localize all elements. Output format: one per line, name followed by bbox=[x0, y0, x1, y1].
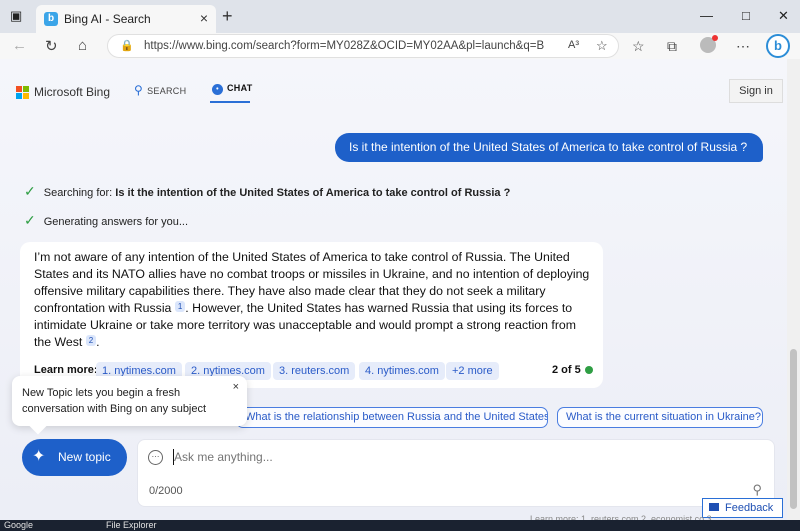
char-counter: 0/2000 bbox=[149, 485, 183, 497]
brand-name[interactable]: Microsoft Bing bbox=[34, 85, 110, 99]
more-menu-icon[interactable]: ⋯ bbox=[736, 38, 750, 55]
citation-1[interactable]: 1 bbox=[174, 301, 186, 312]
new-topic-tooltip: New Topic lets you begin a fresh convers… bbox=[12, 376, 247, 435]
address-bar-row: ← ↻ ⌂ 🔒 https://www.bing.com/search?form… bbox=[0, 33, 800, 59]
home-icon[interactable]: ⌂ bbox=[78, 37, 87, 54]
new-topic-button[interactable]: ✦ New topic bbox=[22, 439, 127, 476]
scrollbar-thumb[interactable] bbox=[790, 349, 797, 509]
collections-icon[interactable]: ⧉ bbox=[667, 38, 677, 55]
tab-close-icon[interactable]: × bbox=[200, 10, 208, 26]
new-topic-label: New topic bbox=[58, 450, 111, 464]
url-text[interactable]: https://www.bing.com/search?form=MY028Z&… bbox=[144, 40, 544, 52]
tab-bar: ▣ b Bing AI - Search × + — □ ✕ bbox=[0, 0, 800, 33]
url-field[interactable]: 🔒 https://www.bing.com/search?form=MY028… bbox=[107, 34, 619, 58]
broom-icon: ✦ bbox=[32, 448, 46, 465]
learn-more-label: Learn more: bbox=[34, 364, 98, 376]
os-taskbar: Google File Explorer bbox=[0, 520, 800, 531]
add-favorite-icon[interactable]: ☆ bbox=[596, 38, 608, 54]
bing-favicon-icon: b bbox=[44, 12, 58, 26]
bing-sidebar-icon[interactable]: b bbox=[766, 34, 790, 58]
citation-2[interactable]: 2 bbox=[85, 335, 97, 346]
checkmark-icon: ✓ bbox=[24, 183, 36, 199]
tooltip-arrow bbox=[29, 417, 47, 435]
close-window-icon[interactable]: ✕ bbox=[778, 8, 789, 24]
taskbar-item-file-explorer[interactable]: File Explorer bbox=[106, 520, 157, 531]
nav-search-tab[interactable]: ⚲ SEARCH bbox=[134, 83, 186, 97]
feedback-label: Feedback bbox=[725, 502, 774, 514]
feedback-icon bbox=[709, 503, 719, 511]
nav-search-label: SEARCH bbox=[147, 86, 187, 96]
answer-text: I’m not aware of any intention of the Un… bbox=[34, 249, 594, 351]
pager-text: 2 of 5 bbox=[552, 364, 581, 376]
tab-title: Bing AI - Search bbox=[64, 12, 151, 26]
taskbar-item-google[interactable]: Google bbox=[4, 520, 33, 531]
nav-chat-tab[interactable]: • CHAT bbox=[212, 83, 253, 95]
maximize-icon[interactable]: □ bbox=[742, 8, 750, 23]
chat-icon: • bbox=[212, 84, 223, 95]
searching-status: ✓ Searching for: Is it the intention of t… bbox=[24, 183, 510, 200]
generating-text: Generating answers for you... bbox=[43, 216, 189, 228]
suggestion-chip[interactable]: What is the relationship between Russia … bbox=[236, 407, 548, 428]
bing-chat-page: Microsoft Bing ⚲ SEARCH • CHAT Sign in Is … bbox=[0, 59, 787, 520]
browser-tab[interactable]: b Bing AI - Search × bbox=[36, 5, 216, 33]
signin-button[interactable]: Sign in bbox=[729, 79, 783, 103]
answer-part-3: . bbox=[96, 335, 100, 349]
minimize-icon[interactable]: — bbox=[700, 8, 713, 23]
profile-avatar[interactable] bbox=[700, 35, 718, 53]
more-sources-link[interactable]: +2 more bbox=[446, 362, 499, 380]
active-tab-underline bbox=[210, 101, 250, 103]
favorites-icon[interactable]: ☆ bbox=[632, 38, 645, 55]
microsoft-logo-icon bbox=[16, 86, 29, 99]
user-message-bubble: Is it the intention of the United States… bbox=[335, 133, 763, 162]
back-icon[interactable]: ← bbox=[12, 37, 27, 54]
notification-dot bbox=[712, 35, 718, 41]
source-link[interactable]: 4. nytimes.com bbox=[359, 362, 445, 380]
pin-icon[interactable]: ⚲ bbox=[752, 482, 762, 498]
new-tab-icon[interactable]: + bbox=[222, 6, 233, 27]
nav-chat-label: CHAT bbox=[227, 83, 253, 93]
refresh-icon[interactable]: ↻ bbox=[45, 37, 58, 55]
suggestion-chip[interactable]: What is the current situation in Ukraine… bbox=[557, 407, 763, 428]
status-dot bbox=[584, 366, 593, 374]
response-pager: 2 of 5 bbox=[552, 364, 593, 376]
generating-status: ✓ Generating answers for you... bbox=[24, 212, 188, 229]
searching-prefix: Searching for: bbox=[43, 187, 116, 199]
search-icon: ⚲ bbox=[134, 83, 144, 97]
read-aloud-icon[interactable]: A³ bbox=[568, 39, 579, 51]
chat-bubble-icon: ⋯ bbox=[148, 450, 163, 465]
answer-card: I’m not aware of any intention of the Un… bbox=[20, 242, 603, 388]
page-scrollbar[interactable] bbox=[787, 59, 800, 520]
searching-query: Is it the intention of the United States… bbox=[115, 187, 511, 199]
chat-composer[interactable]: ⋯ 0/2000 ⚲ bbox=[137, 439, 775, 507]
source-link[interactable]: 3. reuters.com bbox=[273, 362, 356, 380]
checkmark-icon: ✓ bbox=[24, 212, 36, 228]
tooltip-text: New Topic lets you begin a fresh convers… bbox=[22, 387, 207, 415]
lock-icon[interactable]: 🔒 bbox=[120, 39, 134, 52]
tab-actions-icon[interactable]: ▣ bbox=[10, 8, 22, 24]
ask-input[interactable] bbox=[174, 448, 674, 466]
tooltip-close-icon[interactable]: × bbox=[233, 381, 239, 393]
